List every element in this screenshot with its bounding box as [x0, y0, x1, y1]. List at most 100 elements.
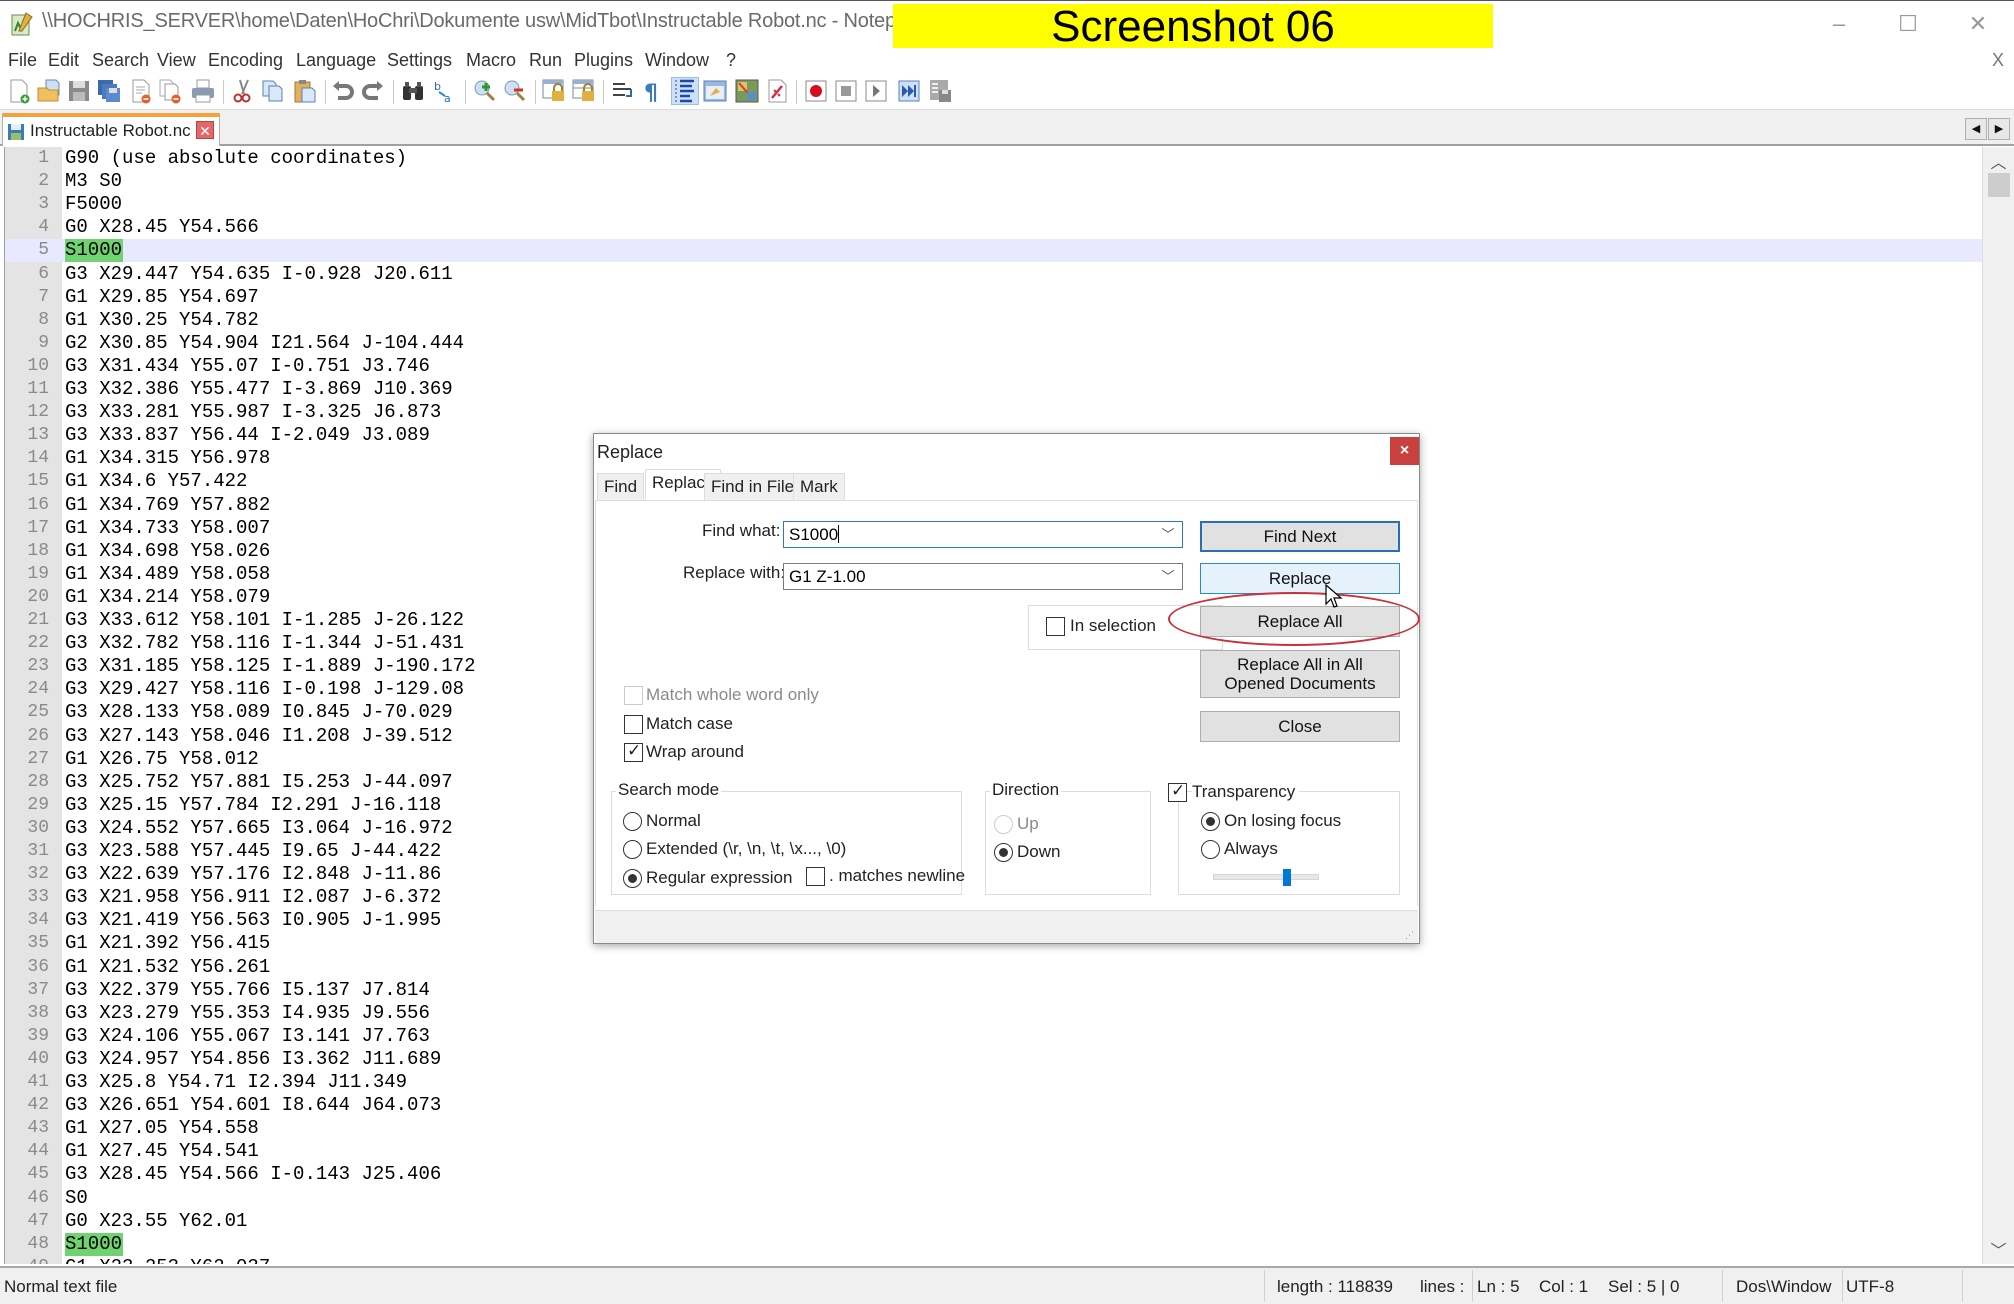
dialog-tab-find[interactable]: Find — [597, 473, 645, 500]
editor-line[interactable]: 36 G1 X21.532 Y56.261 — [5, 956, 1982, 979]
editor-line[interactable]: 49 G1 X23.253 Y62.037 — [5, 1256, 1982, 1264]
transparency-slider-thumb[interactable] — [1283, 869, 1292, 886]
scroll-down-icon[interactable]: ﹀ — [1983, 1237, 2014, 1261]
show-all-characters-icon[interactable]: ¶ — [640, 78, 666, 104]
editor-line[interactable]: 9 G2 X30.85 Y54.904 I21.564 J-104.444 — [5, 332, 1982, 355]
editor-line[interactable]: 10 G3 X31.434 Y55.07 I-0.751 J3.746 — [5, 355, 1982, 378]
copy-icon[interactable] — [260, 78, 286, 104]
close-all-icon[interactable] — [158, 78, 184, 104]
dot-matches-newline-checkbox[interactable] — [806, 867, 825, 886]
tab-scroll-right-button[interactable]: ▶ — [1988, 118, 2010, 140]
zoom-in-icon[interactable] — [472, 78, 498, 104]
search-mode-extended-radio[interactable] — [623, 840, 642, 859]
run-macro-multiple-icon[interactable] — [896, 78, 922, 104]
playback-icon[interactable] — [863, 78, 889, 104]
editor-line[interactable]: 37 G3 X22.379 Y55.766 I5.137 J7.814 — [5, 979, 1982, 1002]
menu-edit[interactable]: Edit — [48, 50, 79, 71]
direction-up-radio[interactable] — [994, 815, 1013, 834]
save-icon[interactable] — [66, 78, 92, 104]
new-file-icon[interactable] — [6, 78, 32, 104]
transparency-on-losing-focus-radio[interactable] — [1201, 812, 1220, 831]
menu-settings[interactable]: Settings — [387, 50, 452, 71]
user-defined-language-icon[interactable] — [702, 78, 728, 104]
editor-line[interactable]: 43 G1 X27.05 Y54.558 — [5, 1117, 1982, 1140]
chevron-down-icon[interactable]: ﹀ — [1159, 524, 1177, 543]
editor-line[interactable]: 5 S1000 — [5, 239, 1982, 263]
find-next-button[interactable]: Find Next — [1200, 521, 1400, 552]
search-mode-normal-radio[interactable] — [623, 812, 642, 831]
editor-line[interactable]: 48 S1000 — [5, 1232, 1982, 1256]
function-list-icon[interactable] — [764, 78, 790, 104]
replace-all-opened-documents-button[interactable]: Replace All in All Opened Documents — [1200, 650, 1400, 698]
zoom-out-icon[interactable] — [502, 78, 528, 104]
close-window-button[interactable]: ✕ — [1958, 9, 1998, 39]
editor-line[interactable]: 2 M3 S0 — [5, 170, 1982, 193]
menu-search[interactable]: Search — [92, 50, 149, 71]
save-all-icon[interactable] — [96, 78, 122, 104]
editor-line[interactable]: 42 G3 X26.651 Y54.601 I8.644 J64.073 — [5, 1094, 1982, 1117]
menu-plugins[interactable]: Plugins — [574, 50, 633, 71]
word-wrap-icon[interactable] — [610, 78, 636, 104]
transparency-always-radio[interactable] — [1201, 840, 1220, 859]
editor-line[interactable]: 4 G0 X28.45 Y54.566 — [5, 216, 1982, 239]
editor-line[interactable]: 39 G3 X24.106 Y55.067 I3.141 J7.763 — [5, 1025, 1982, 1048]
menu-run[interactable]: Run — [529, 50, 562, 71]
transparency-checkbox[interactable]: ✓ — [1168, 781, 1187, 802]
cut-icon[interactable] — [230, 78, 256, 104]
menu-language[interactable]: Language — [296, 50, 376, 71]
editor-line[interactable]: 41 G3 X25.8 Y54.71 I2.394 J11.349 — [5, 1071, 1982, 1094]
sync-vertical-scroll-icon[interactable] — [541, 78, 567, 104]
editor-line[interactable]: 8 G1 X30.25 Y54.782 — [5, 309, 1982, 332]
find-icon[interactable] — [400, 78, 426, 104]
editor-line[interactable]: 12 G3 X33.281 Y55.987 I-3.325 J6.873 — [5, 401, 1982, 424]
chevron-down-icon[interactable]: ﹀ — [1159, 566, 1177, 585]
tab-instructable-robot[interactable]: Instructable Robot.nc ✕ — [2, 113, 220, 146]
find-what-input[interactable]: S1000 ﹀ — [783, 521, 1183, 548]
close-file-icon[interactable] — [128, 78, 154, 104]
tab-scroll-left-button[interactable]: ◀ — [1965, 118, 1987, 140]
vertical-scrollbar[interactable]: ︿ ﹀ — [1982, 147, 2014, 1264]
resize-grip-icon[interactable]: ⋰ — [1405, 930, 1415, 940]
editor-line[interactable]: 44 G1 X27.45 Y54.541 — [5, 1140, 1982, 1163]
dialog-close-button[interactable]: × — [1390, 437, 1419, 465]
indent-guide-icon[interactable] — [671, 77, 699, 105]
replace-with-input[interactable]: G1 Z-1.00 ﹀ — [783, 563, 1183, 590]
menu-view[interactable]: View — [157, 50, 196, 71]
paste-icon[interactable] — [292, 78, 318, 104]
stop-recording-icon[interactable] — [833, 78, 859, 104]
editor-line[interactable]: 40 G3 X24.957 Y54.856 I3.362 J11.689 — [5, 1048, 1982, 1071]
scroll-thumb[interactable] — [1988, 173, 2010, 197]
dialog-close-text-button[interactable]: Close — [1200, 711, 1400, 742]
editor-line[interactable]: 6 G3 X29.447 Y54.635 I-0.928 J20.611 — [5, 263, 1982, 286]
search-mode-regex-radio[interactable] — [623, 869, 642, 888]
replace-button[interactable]: Replace — [1200, 563, 1400, 594]
redo-icon[interactable] — [360, 78, 386, 104]
close-tab-icon[interactable]: ✕ — [196, 121, 214, 139]
sync-horizontal-scroll-icon[interactable] — [571, 78, 597, 104]
match-whole-word-checkbox[interactable] — [624, 686, 643, 705]
replace-icon[interactable]: ba — [432, 78, 458, 104]
dialog-tab-mark[interactable]: Mark — [793, 473, 845, 500]
editor-line[interactable]: 46 S0 — [5, 1187, 1982, 1210]
print-icon[interactable] — [190, 78, 216, 104]
editor-line[interactable]: 7 G1 X29.85 Y54.697 — [5, 286, 1982, 309]
menu-macro[interactable]: Macro — [466, 50, 516, 71]
document-map-icon[interactable] — [734, 78, 760, 104]
transparency-slider[interactable] — [1213, 874, 1319, 880]
maximize-button[interactable]: ☐ — [1888, 9, 1928, 39]
open-file-icon[interactable] — [36, 78, 62, 104]
editor-line[interactable]: 47 G0 X23.55 Y62.01 — [5, 1210, 1982, 1233]
undo-icon[interactable] — [330, 78, 356, 104]
save-macro-icon[interactable] — [927, 78, 953, 104]
wrap-around-checkbox[interactable]: ✓ — [624, 741, 643, 762]
direction-down-radio[interactable] — [994, 843, 1013, 862]
scroll-up-icon[interactable]: ︿ — [1983, 149, 2014, 173]
editor-line[interactable]: 1 G90 (use absolute coordinates) — [5, 147, 1982, 170]
menu-file[interactable]: File — [8, 50, 37, 71]
in-selection-checkbox[interactable] — [1046, 617, 1065, 636]
close-document-button[interactable]: X — [1992, 50, 2004, 71]
editor-line[interactable]: 38 G3 X23.279 Y55.353 I4.935 J9.556 — [5, 1002, 1982, 1025]
minimize-button[interactable]: – — [1819, 9, 1859, 39]
editor-line[interactable]: 45 G3 X28.45 Y54.566 I-0.143 J25.406 — [5, 1163, 1982, 1186]
start-recording-icon[interactable] — [803, 78, 829, 104]
